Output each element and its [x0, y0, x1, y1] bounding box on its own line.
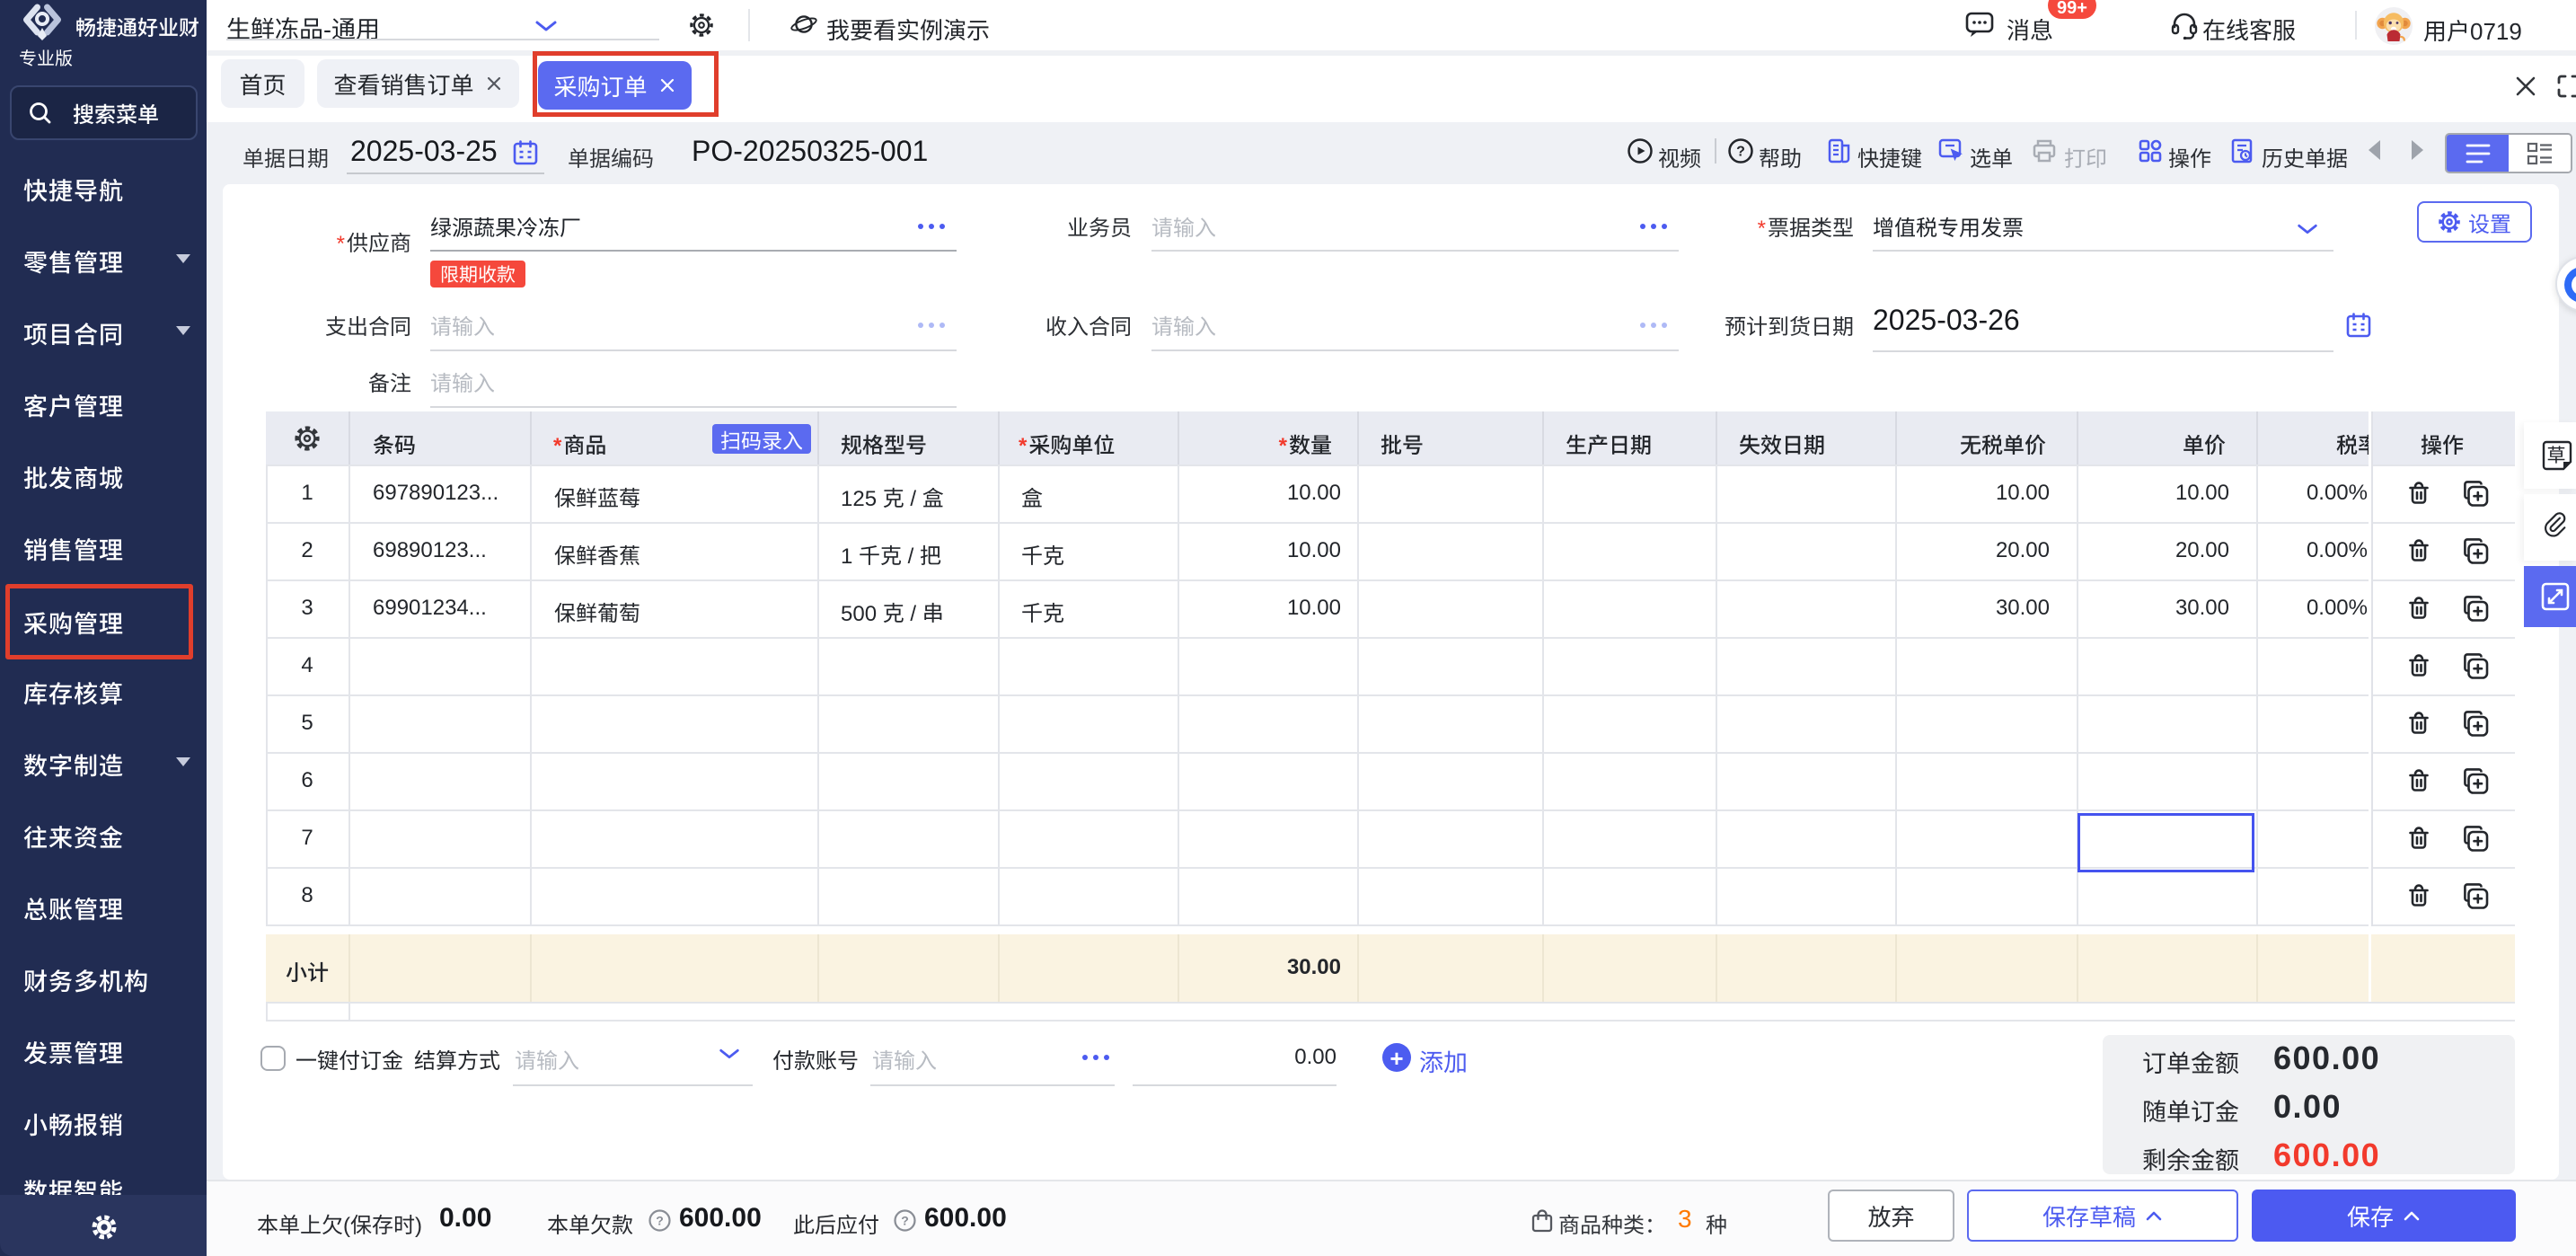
svg-text:?: ? [656, 1214, 664, 1228]
svg-text:?: ? [1736, 145, 1745, 160]
svg-text:?: ? [901, 1214, 909, 1228]
svg-text:草: 草 [2547, 441, 2566, 468]
